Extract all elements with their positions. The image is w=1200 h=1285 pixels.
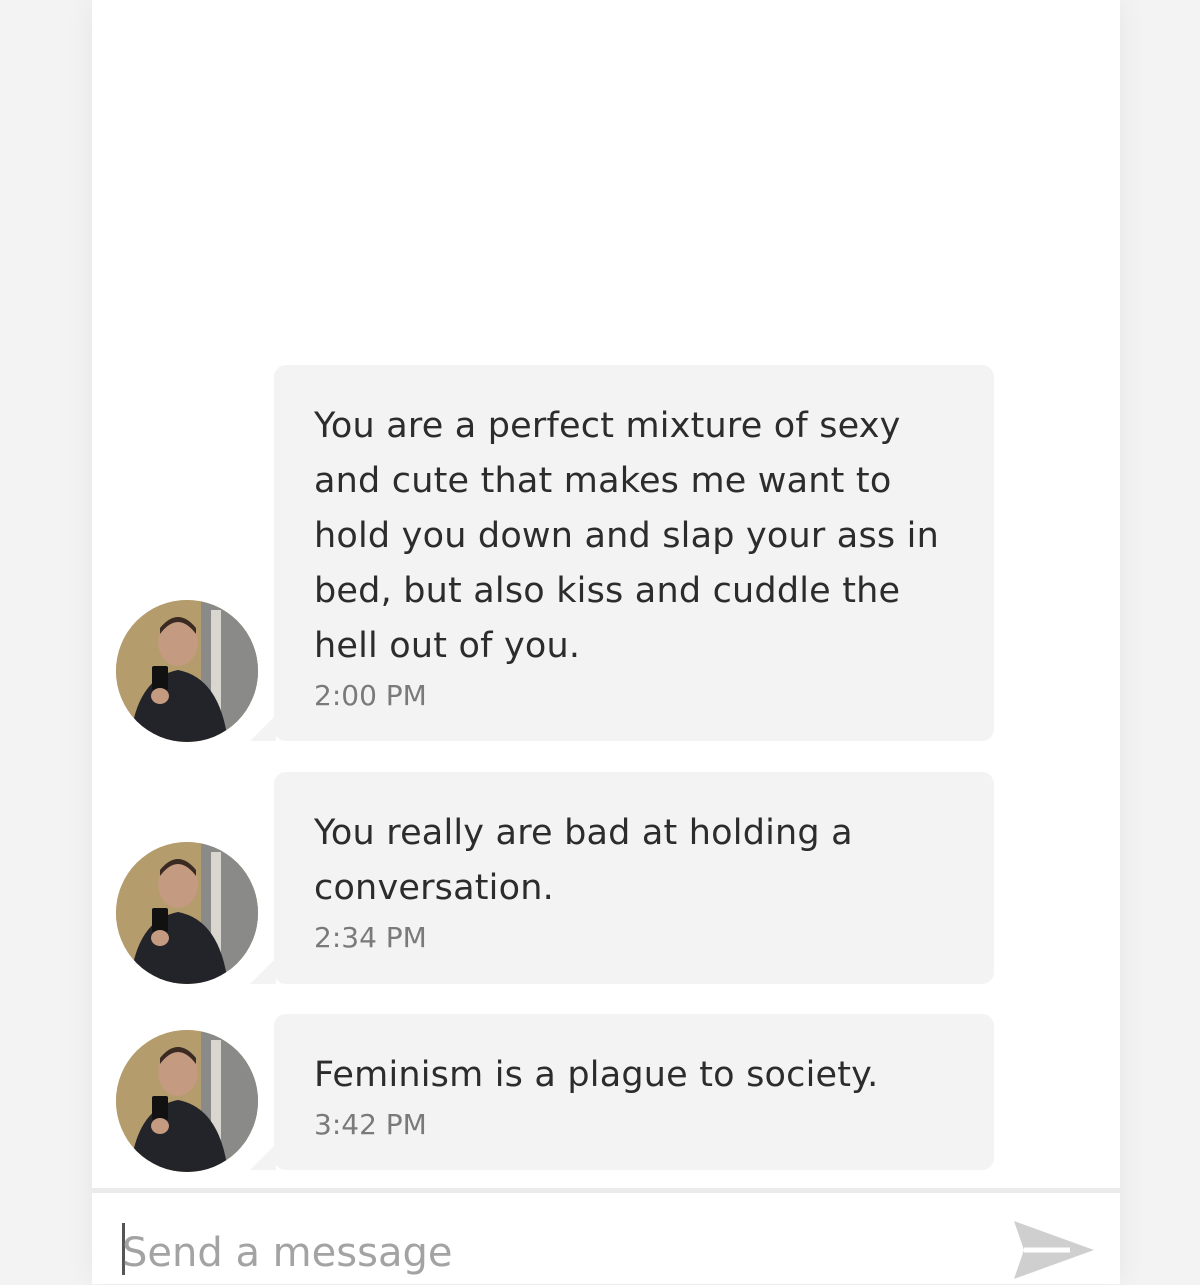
message-text: Feminism is a plague to society. <box>314 1055 879 1095</box>
message-timestamp: 3:42 PM <box>314 1108 427 1141</box>
chat-screen: You are a perfect mixture of sexy and cu… <box>92 0 1120 1285</box>
message-composer <box>92 1188 1120 1285</box>
avatar-photo <box>116 600 258 742</box>
message-bubble: You really are bad at holding a conversa… <box>250 772 994 984</box>
avatar-photo <box>116 842 258 984</box>
avatar[interactable] <box>116 600 258 742</box>
message-timestamp: 2:34 PM <box>314 921 427 954</box>
avatar[interactable] <box>116 842 258 984</box>
send-arrow-icon <box>1014 1221 1094 1279</box>
avatar-photo <box>116 1030 258 1172</box>
message-text: You really are bad at holding a conversa… <box>314 813 853 908</box>
message-timestamp: 2:00 PM <box>314 679 427 712</box>
message-input[interactable] <box>122 1221 982 1285</box>
avatar[interactable] <box>116 1030 258 1172</box>
message-text: You are a perfect mixture of sexy and cu… <box>314 406 939 666</box>
send-button[interactable] <box>1010 1217 1098 1283</box>
message-bubble: You are a perfect mixture of sexy and cu… <box>250 365 994 741</box>
message-bubble: Feminism is a plague to society. 3:42 PM <box>250 1014 994 1170</box>
